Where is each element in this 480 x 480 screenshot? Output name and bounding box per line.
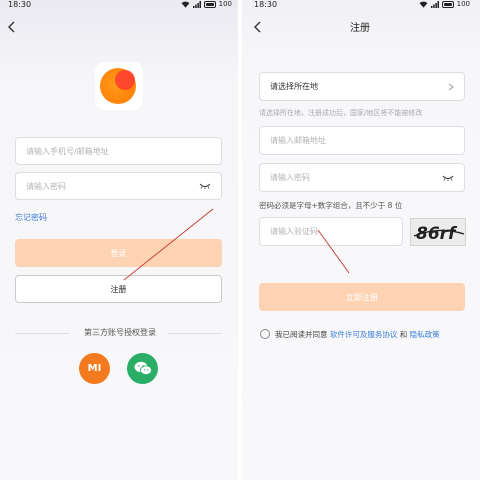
- submit-register-button[interactable]: 立即注册: [259, 283, 465, 311]
- privacy-link[interactable]: 隐私政策: [410, 330, 440, 339]
- status-bar: 18:30 100: [240, 0, 480, 10]
- forgot-password-link[interactable]: 忘记密码: [15, 212, 47, 223]
- password-input[interactable]: [26, 181, 221, 191]
- page-title: 注册: [350, 23, 370, 34]
- password-field[interactable]: [15, 172, 222, 200]
- login-button[interactable]: 登录: [15, 239, 222, 267]
- agree-prefix: 我已阅读并同意: [275, 330, 328, 339]
- region-hint: 请选择所在地，注册成功后，国家/地区将不能被修改: [259, 109, 423, 117]
- email-field[interactable]: [259, 126, 465, 155]
- back-arrow-icon[interactable]: [6, 20, 18, 34]
- register-password-input[interactable]: [270, 173, 464, 182]
- register-button[interactable]: 注册: [15, 275, 222, 303]
- agree-checkbox[interactable]: [260, 329, 270, 339]
- signal-icon: [192, 0, 201, 8]
- logo-red-circle: [115, 70, 135, 90]
- status-icons: 100: [419, 0, 470, 8]
- login-screen: 18:30 100 忘记密码 登录 注册 第三方账号授权登录 MI: [0, 0, 240, 480]
- battery-icon: [203, 0, 216, 8]
- panel-separator: [238, 0, 242, 480]
- captcha-image[interactable]: 86rf: [410, 218, 466, 246]
- email-input[interactable]: [270, 136, 464, 145]
- captcha-text: 86rf: [416, 224, 458, 244]
- captcha-graphic: 86rf: [413, 224, 465, 244]
- mi-logo-icon: MI: [87, 363, 102, 374]
- mi-login-button[interactable]: MI: [79, 353, 110, 384]
- wechat-icon: [134, 361, 152, 375]
- wifi-icon: [419, 1, 428, 8]
- app-logo: [95, 62, 143, 110]
- status-time: 18:30: [8, 0, 32, 9]
- wifi-icon: [181, 1, 190, 8]
- register-password-field[interactable]: [259, 163, 465, 192]
- terms-link[interactable]: 软件许可及服务协议: [330, 330, 398, 339]
- battery-level: 100: [218, 0, 232, 8]
- third-party-login-label: 第三方账号授权登录: [84, 328, 156, 337]
- agreement-line: 我已阅读并同意 软件许可及服务协议 和 隐私政策: [275, 329, 440, 340]
- agree-and: 和: [399, 330, 408, 339]
- captcha-input[interactable]: [270, 227, 402, 236]
- eye-closed-icon[interactable]: [199, 183, 211, 189]
- status-time: 18:30: [254, 0, 278, 9]
- captcha-field[interactable]: [259, 217, 403, 246]
- status-icons: 100: [181, 0, 232, 8]
- battery-level: 100: [456, 0, 470, 8]
- battery-icon: [441, 0, 454, 8]
- chevron-right-icon: [448, 83, 454, 90]
- phone-email-input[interactable]: [26, 146, 221, 156]
- status-bar: 18:30 100: [0, 0, 240, 10]
- signal-icon: [430, 0, 439, 8]
- eye-closed-icon[interactable]: [442, 175, 454, 181]
- password-rule: 密码必须是字母+数字组合，且不少于 8 位: [259, 201, 403, 210]
- region-select-label: 请选择所在地: [270, 82, 318, 91]
- region-select[interactable]: 请选择所在地: [259, 72, 465, 101]
- wechat-login-button[interactable]: [127, 353, 158, 384]
- phone-email-field[interactable]: [15, 137, 222, 165]
